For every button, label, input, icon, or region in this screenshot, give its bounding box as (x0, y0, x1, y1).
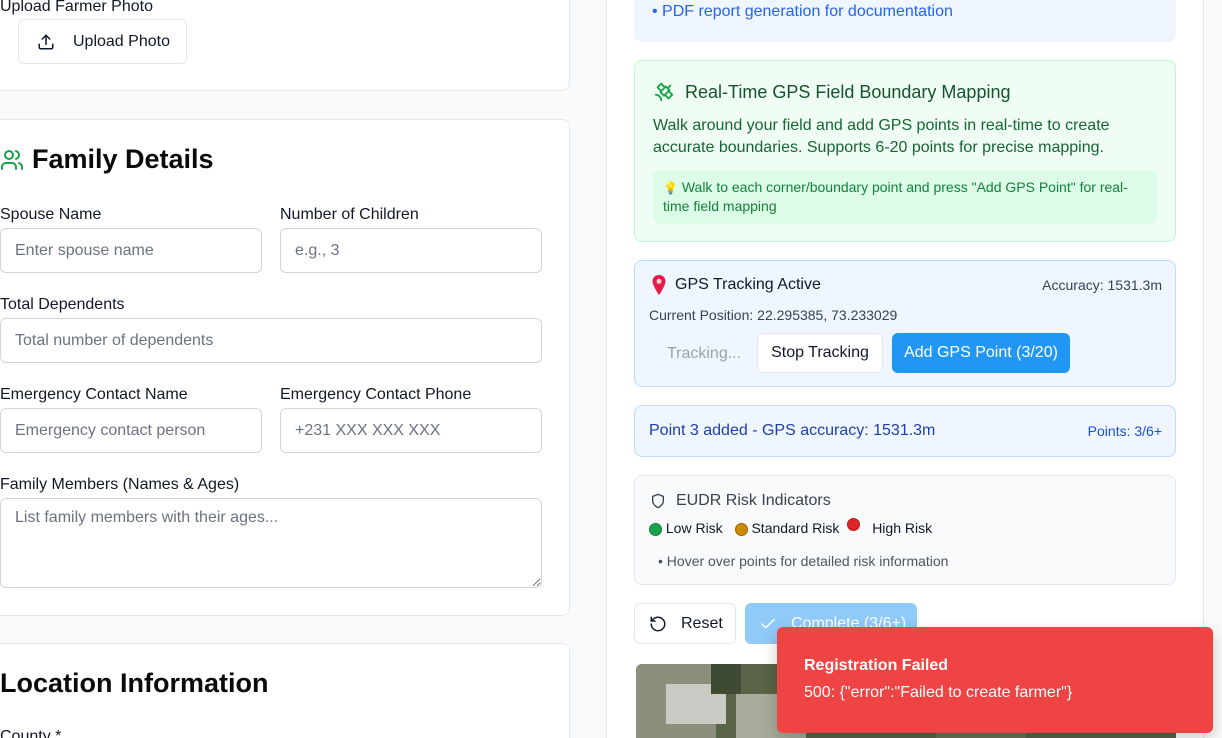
satellite-icon (653, 81, 675, 108)
total-dependents-input[interactable] (0, 318, 542, 363)
users-icon (0, 148, 24, 177)
upload-photo-label: Upload Farmer Photo (0, 0, 153, 15)
tracking-status-button[interactable]: Tracking... (649, 334, 759, 373)
lightbulb-icon: 💡 (663, 181, 678, 195)
risk-legend: Low Risk Standard Risk High Risk (649, 517, 933, 536)
risk-low-label: Low Risk (665, 520, 723, 536)
risk-high-dot (847, 517, 861, 531)
reset-button[interactable]: Reset (634, 603, 736, 644)
number-of-children-label: Number of Children (280, 206, 419, 223)
point-added-message: Point 3 added - GPS accuracy: 1531.3m (649, 422, 936, 439)
risk-low-dot (649, 522, 662, 536)
upload-photo-button-label: Upload Photo (73, 32, 170, 50)
gps-accuracy: Accuracy: 1531.3m (1042, 277, 1162, 293)
stop-tracking-label: Stop Tracking (771, 344, 869, 361)
tracking-status-label: Tracking... (666, 344, 742, 362)
upload-icon (37, 33, 55, 51)
eudr-risk-title: EUDR Risk Indicators (676, 492, 831, 509)
location-information-title: Location Information (0, 668, 269, 698)
error-toast[interactable]: Registration Failed 500: {"error":"Faile… (777, 627, 1213, 733)
check-icon (759, 615, 777, 633)
number-of-children-input[interactable] (280, 228, 542, 273)
upload-photo-button[interactable]: Upload Photo (18, 19, 187, 64)
gps-tracking-box: GPS Tracking Active Accuracy: 1531.3m Cu… (634, 260, 1176, 387)
map-pin-icon (651, 275, 667, 300)
add-gps-point-label: Add GPS Point (3/20) (904, 344, 1058, 361)
gps-mapping-info-box: Real-Time GPS Field Boundary Mapping Wal… (634, 60, 1176, 242)
add-gps-point-button[interactable]: Add GPS Point (3/20) (892, 333, 1070, 373)
point-added-status: Point 3 added - GPS accuracy: 1531.3m Po… (634, 405, 1176, 457)
emergency-contact-phone-label: Emergency Contact Phone (280, 386, 472, 403)
rotate-ccw-icon (649, 615, 667, 633)
eudr-risk-box: EUDR Risk Indicators Low Risk Standard R… (634, 475, 1176, 585)
risk-standard-dot (734, 522, 748, 536)
current-position: Current Position: 22.295385, 73.233029 (649, 307, 898, 323)
emergency-contact-name-label: Emergency Contact Name (0, 386, 188, 403)
emergency-contact-name-input[interactable] (0, 408, 262, 453)
spouse-name-label: Spouse Name (0, 206, 102, 223)
stop-tracking-button[interactable]: Stop Tracking (757, 333, 883, 373)
feature-bullet-pdf: • PDF report generation for documentatio… (652, 3, 953, 20)
error-toast-message: 500: {"error":"Failed to create farmer"} (804, 684, 1073, 701)
risk-high-label: High Risk (872, 520, 933, 536)
points-count: Points: 3/6+ (1087, 423, 1162, 439)
family-details-title: Family Details (32, 144, 214, 174)
total-dependents-label: Total Dependents (0, 296, 125, 313)
gps-mapping-tip: 💡 Walk to each corner/boundary point and… (653, 170, 1157, 224)
spouse-name-input[interactable] (0, 228, 262, 273)
error-toast-title: Registration Failed (804, 657, 949, 674)
reset-button-label: Reset (681, 614, 723, 632)
family-members-textarea[interactable] (0, 498, 542, 588)
shield-icon (650, 492, 666, 515)
risk-hint: • Hover over points for detailed risk in… (658, 553, 949, 569)
emergency-contact-phone-input[interactable] (280, 408, 542, 453)
family-members-label: Family Members (Names & Ages) (0, 476, 240, 493)
gps-mapping-description: Walk around your field and add GPS point… (653, 117, 1110, 156)
county-label: County * (0, 728, 62, 738)
gps-mapping-title: Real-Time GPS Field Boundary Mapping (685, 82, 1011, 102)
gps-mapping-tip-text: Walk to each corner/boundary point and p… (663, 179, 1128, 214)
gps-tracking-title: GPS Tracking Active (675, 276, 821, 293)
risk-standard-label: Standard Risk (751, 520, 840, 536)
